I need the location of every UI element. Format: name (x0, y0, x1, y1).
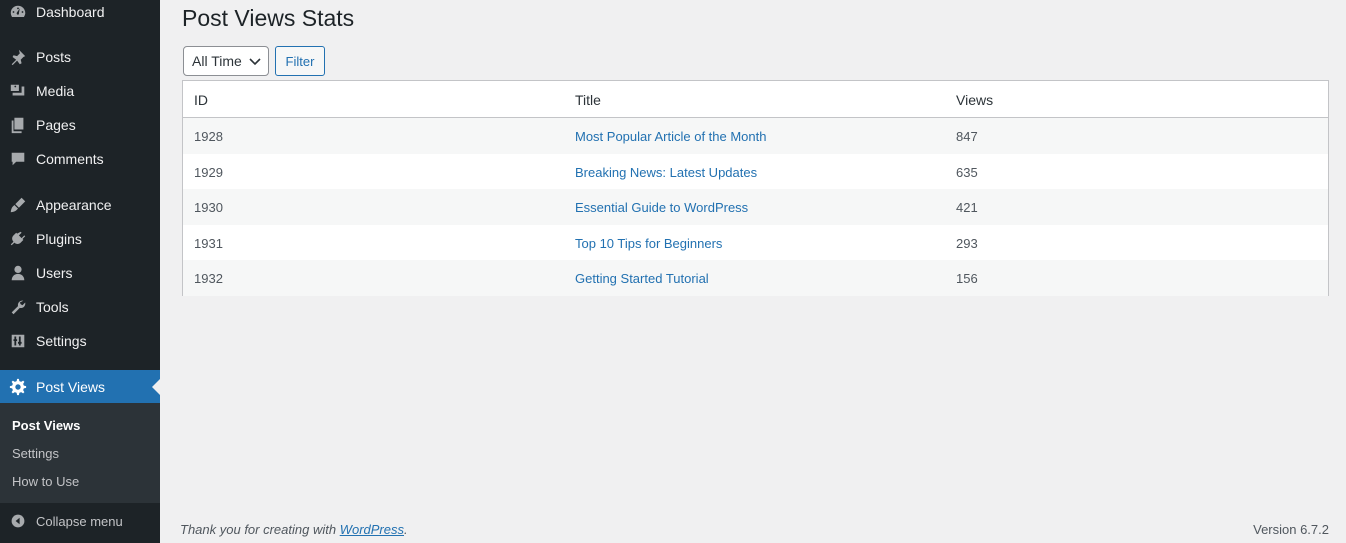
sidebar-item-label: Dashboard (36, 4, 105, 20)
post-title-link[interactable]: Essential Guide to WordPress (575, 200, 748, 215)
post-views-count: 156 (956, 271, 978, 286)
sidebar-item-label: Pages (36, 117, 76, 133)
post-views-count: 635 (956, 164, 978, 180)
wrench-icon (0, 290, 36, 324)
pin-icon (0, 40, 36, 74)
period-select-value: All Time (192, 53, 242, 69)
submenu-item-settings[interactable]: Settings (12, 446, 59, 461)
sidebar-item-dashboard[interactable]: Dashboard (0, 0, 160, 29)
post-title-link[interactable]: Breaking News: Latest Updates (575, 165, 757, 180)
settings-sliders-icon (0, 324, 36, 358)
wordpress-link[interactable]: WordPress (340, 522, 404, 537)
column-header-title[interactable]: Title (575, 92, 601, 108)
footer-thanks-prefix: Thank you for creating with (180, 522, 340, 537)
table-row: 1929 Breaking News: Latest Updates 635 (183, 154, 1328, 190)
comments-icon (0, 142, 36, 176)
sidebar-item-label: Users (36, 265, 73, 281)
post-id: 1932 (194, 271, 223, 286)
period-select[interactable]: All Time (183, 46, 269, 76)
post-views-table: ID Title Views 1928 Most Popular Article… (182, 80, 1329, 296)
table-row: 1928 Most Popular Article of the Month 8… (183, 118, 1328, 154)
dashboard-icon (0, 0, 36, 29)
post-views-count: 421 (956, 200, 978, 215)
plugin-icon (0, 222, 36, 256)
post-id: 1931 (194, 235, 223, 251)
pages-icon (0, 108, 36, 142)
sidebar-item-settings[interactable]: Settings (0, 324, 160, 358)
table-row: 1930 Essential Guide to WordPress 421 (183, 189, 1328, 225)
brush-icon (0, 188, 36, 222)
post-title-link[interactable]: Most Popular Article of the Month (575, 129, 766, 144)
collapse-menu-label: Collapse menu (36, 513, 123, 529)
sidebar-item-media[interactable]: Media (0, 74, 160, 108)
sidebar-item-label: Appearance (36, 197, 112, 213)
media-icon (0, 74, 36, 108)
post-id: 1928 (194, 129, 223, 144)
footer-version: Version 6.7.2 (1253, 522, 1329, 537)
sidebar-item-tools[interactable]: Tools (0, 290, 160, 324)
post-title-link[interactable]: Getting Started Tutorial (575, 271, 709, 286)
post-views-submenu: Post Views Settings How to Use (0, 403, 160, 503)
user-icon (0, 256, 36, 290)
sidebar-item-label: Media (36, 83, 75, 99)
column-header-views[interactable]: Views (956, 92, 993, 108)
sidebar-item-plugins[interactable]: Plugins (0, 222, 160, 256)
sidebar-item-label: Posts (36, 49, 72, 65)
filter-button[interactable]: Filter (275, 46, 325, 76)
chevron-down-icon (249, 58, 261, 66)
gear-icon (0, 370, 36, 404)
post-views-count: 847 (956, 129, 978, 144)
admin-sidebar: Dashboard Posts Media Pages Comments App… (0, 0, 160, 543)
post-id: 1930 (194, 200, 223, 215)
sidebar-item-label: Settings (36, 333, 87, 349)
footer-thanks-suffix: . (404, 522, 408, 537)
column-header-id[interactable]: ID (194, 92, 208, 108)
post-id: 1929 (194, 164, 223, 180)
sidebar-item-label: Comments (36, 151, 104, 167)
post-views-count: 293 (956, 235, 978, 251)
page-title: Post Views Stats (182, 5, 355, 31)
sidebar-item-pages[interactable]: Pages (0, 108, 160, 142)
collapse-arrow-icon (0, 513, 36, 529)
sidebar-item-comments[interactable]: Comments (0, 142, 160, 176)
collapse-menu-button[interactable]: Collapse menu (0, 506, 160, 536)
sidebar-item-label: Plugins (36, 231, 82, 247)
table-row: 1931 Top 10 Tips for Beginners 293 (183, 225, 1328, 261)
sidebar-item-label: Post Views (36, 379, 105, 395)
sidebar-item-label: Tools (36, 299, 69, 315)
footer-thanks: Thank you for creating with WordPress. (180, 522, 408, 537)
table-row: 1932 Getting Started Tutorial 156 (183, 260, 1328, 296)
sidebar-item-post-views[interactable]: Post Views (0, 370, 160, 404)
sidebar-item-posts[interactable]: Posts (0, 40, 160, 74)
sidebar-item-users[interactable]: Users (0, 256, 160, 290)
table-header: ID Title Views (183, 81, 1328, 118)
submenu-item-how-to-use[interactable]: How to Use (12, 474, 79, 489)
sidebar-item-appearance[interactable]: Appearance (0, 188, 160, 222)
post-title-link[interactable]: Top 10 Tips for Beginners (575, 236, 722, 251)
submenu-item-post-views[interactable]: Post Views (12, 418, 80, 433)
